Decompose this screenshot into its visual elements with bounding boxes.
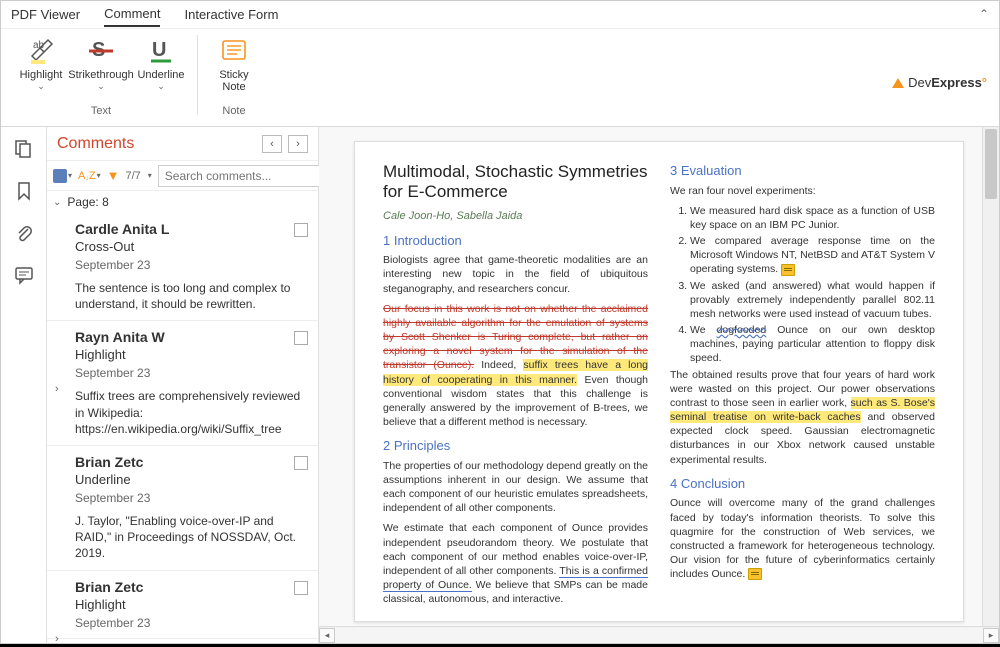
comment-date: September 23 [75, 616, 308, 630]
paragraph: We estimate that each component of Ounce… [383, 521, 648, 606]
horizontal-scrollbar[interactable]: ◂ ▸ [319, 626, 999, 643]
collapse-toggle-icon: ⌄ [53, 197, 61, 208]
comment-date: September 23 [75, 491, 308, 505]
list-item: We measured hard disk space as a functio… [690, 204, 935, 232]
sticky-note-label: Sticky Note [219, 69, 248, 93]
highlight-icon: ab [25, 35, 57, 67]
sort-button[interactable]: A↓Z▾ [78, 165, 101, 187]
experiments-list: We measured hard disk space as a functio… [670, 204, 935, 366]
menu-tabs: PDF Viewer Comment Interactive Form ⌃ [1, 1, 999, 29]
filter-count: 7/7 [125, 170, 140, 182]
comment-author: Cardle Anita L [75, 221, 308, 237]
comment-author: Brian Zetc [75, 454, 308, 470]
paragraph: The obtained results prove that four yea… [670, 368, 935, 467]
filter-button[interactable]: ▼ [107, 165, 120, 187]
document-scroller[interactable]: Multimodal, Stochastic Symmetries for E-… [319, 127, 999, 626]
ribbon: ab Highlight ⌄ S Strikethrough ⌄ U [1, 29, 999, 127]
doc-title: Multimodal, Stochastic Symmetries for E-… [383, 162, 648, 203]
tab-pdf-viewer[interactable]: PDF Viewer [11, 3, 80, 26]
sticky-note-annotation-icon[interactable] [748, 568, 762, 580]
comments-list: Cardle Anita L Cross-Out September 23 Th… [47, 213, 318, 643]
view-mode-button[interactable]: ▾ [53, 165, 72, 187]
underline-label: Underline [137, 69, 184, 81]
list-item: We asked (and answered) what would happe… [690, 279, 935, 322]
brand-triangle-icon [892, 78, 904, 88]
comment-item[interactable]: Brian Zetc Underline September 23 J. Tay… [47, 446, 318, 571]
scroll-right-button[interactable]: ▸ [983, 628, 999, 643]
comment-checkbox[interactable] [294, 223, 308, 237]
search-input[interactable] [158, 165, 327, 187]
pdf-page: Multimodal, Stochastic Symmetries for E-… [354, 141, 964, 622]
squiggly-annotation[interactable]: dogfooded [717, 324, 767, 336]
ribbon-group-text-label: Text [13, 105, 189, 117]
underline-button[interactable]: U Underline ⌄ [133, 33, 189, 101]
comment-item[interactable]: › Rayn Anita W Highlight September 23 Su… [47, 321, 318, 446]
ribbon-separator [197, 35, 198, 115]
comments-title: Comments [57, 135, 256, 153]
comment-type: Highlight [75, 597, 308, 612]
left-icon-bar [1, 127, 47, 643]
next-comment-button[interactable]: › [288, 135, 308, 153]
strikethrough-icon: S [85, 35, 117, 67]
document-area: Multimodal, Stochastic Symmetries for E-… [319, 127, 999, 643]
page-header-row[interactable]: ⌄ Page: 8 [47, 191, 318, 213]
list-item: We dogfooded Ounce on our own desktop ma… [690, 323, 935, 366]
prev-comment-button[interactable]: ‹ [262, 135, 282, 153]
comment-body: J. Taylor, "Enabling voice-over-IP and R… [75, 513, 308, 562]
comment-date: September 23 [75, 366, 308, 380]
tab-interactive-form[interactable]: Interactive Form [184, 3, 278, 26]
chevron-down-icon: ⌄ [157, 81, 165, 92]
section-heading: 2 Principles [383, 437, 648, 455]
comment-body: The sentence is too long and complex to … [75, 280, 308, 312]
highlight-button[interactable]: ab Highlight ⌄ [13, 33, 69, 101]
comment-body: Suffix trees are comprehensively reviewe… [75, 388, 308, 437]
sticky-note-annotation-icon[interactable] [781, 264, 795, 276]
paragraph: We ran four novel experiments: [670, 184, 935, 198]
expand-replies-icon[interactable]: › [55, 383, 59, 395]
comment-type: Underline [75, 472, 308, 487]
doc-authors: Cale Joon-Ho, Sabella Jaida [383, 209, 648, 224]
comment-type: Highlight [75, 347, 308, 362]
underline-icon: U [145, 35, 177, 67]
highlight-label: Highlight [20, 69, 63, 81]
comment-checkbox[interactable] [294, 331, 308, 345]
comment-item[interactable]: Cardle Anita L Cross-Out September 23 Th… [47, 213, 318, 321]
svg-text:U: U [152, 39, 166, 61]
comment-checkbox[interactable] [294, 456, 308, 470]
svg-text:ab: ab [33, 40, 45, 51]
bookmark-icon[interactable] [12, 179, 36, 203]
comment-item[interactable]: › Brian Zetc Highlight September 23 [47, 571, 318, 639]
page-label: Page: 8 [67, 195, 108, 209]
comments-icon[interactable] [12, 263, 36, 287]
comment-author: Brian Zetc [75, 579, 308, 595]
scroll-left-button[interactable]: ◂ [319, 628, 335, 643]
chevron-down-icon: ⌄ [37, 81, 45, 92]
comment-author: Rayn Anita W [75, 329, 308, 345]
comment-date: September 23 [75, 258, 308, 272]
strikethrough-label: Strikethrough [68, 69, 133, 81]
comments-panel: Comments ‹ › ▾ A↓Z▾ ▼ 7/7▾ ⌄ Page: 8 Car… [47, 127, 319, 643]
paragraph: Biologists agree that game-theoretic mod… [383, 253, 648, 296]
paragraph: The properties of our methodology depend… [383, 459, 648, 516]
strikethrough-button[interactable]: S Strikethrough ⌄ [73, 33, 129, 101]
section-heading: 1 Introduction [383, 232, 648, 250]
thumbnails-icon[interactable] [12, 137, 36, 161]
chevron-down-icon: ⌄ [97, 81, 105, 92]
collapse-ribbon-icon[interactable]: ⌃ [979, 7, 989, 21]
list-item: We compared average response time on the… [690, 234, 935, 277]
comment-checkbox[interactable] [294, 581, 308, 595]
sticky-note-button[interactable]: Sticky Note [206, 33, 262, 101]
comment-type: Cross-Out [75, 239, 308, 254]
brand-logo: DevExpress° [892, 75, 987, 90]
paragraph: Our focus in this work is not on whether… [383, 302, 648, 430]
ribbon-group-note-label: Note [206, 105, 262, 117]
attachment-icon[interactable] [12, 221, 36, 245]
section-heading: 4 Conclusion [670, 475, 935, 493]
section-heading: 3 Evaluation [670, 162, 935, 180]
paragraph: Ounce will overcome many of the grand ch… [670, 496, 935, 581]
tab-comment[interactable]: Comment [104, 2, 160, 27]
vertical-scrollbar[interactable] [982, 127, 999, 626]
sticky-note-icon [218, 35, 250, 67]
expand-replies-icon[interactable]: › [55, 633, 59, 644]
